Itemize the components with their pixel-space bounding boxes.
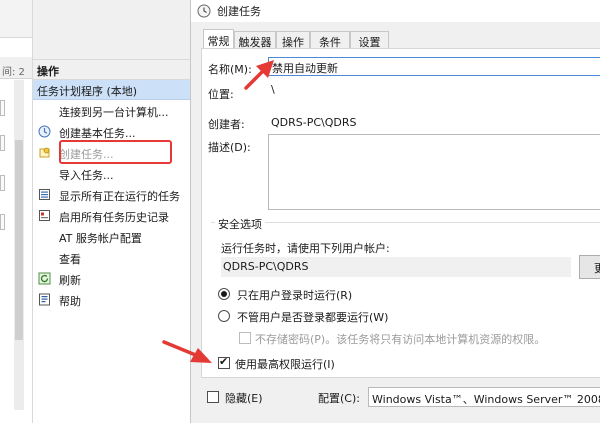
action-view[interactable]: 查看 (33, 248, 191, 268)
clock-icon (197, 4, 211, 18)
console-toolbar (0, 0, 32, 38)
radio-whether-label[interactable]: 不管用户是否登录都要运行(W) (237, 309, 388, 325)
wizard-icon (38, 125, 51, 138)
tree-node-edge (0, 214, 5, 230)
dialog-titlebar[interactable]: 创建任务 (191, 0, 600, 22)
security-group-border (211, 222, 600, 223)
action-enable-history[interactable]: 启用所有任务历史记录 (33, 206, 191, 226)
general-tab-panel (201, 48, 600, 378)
action-label: 创建基本任务... (59, 127, 136, 140)
tree-node-edge (0, 135, 5, 151)
actions-pane-top (33, 0, 191, 60)
tree-node-edge (0, 100, 5, 116)
hidden-checkbox[interactable] (207, 391, 219, 403)
tree-node-edge (0, 175, 5, 191)
action-at-service-account[interactable]: AT 服务帐户配置 (33, 227, 191, 247)
author-value: QDRS-PC\QDRS (271, 116, 357, 129)
console-tree-pane: 间: 2 (0, 0, 32, 423)
action-label: 导入任务... (59, 169, 114, 182)
checkmark-icon: ✔ (219, 355, 229, 368)
dialog-title: 创建任务 (217, 5, 261, 18)
config-label: 配置(C): (318, 392, 360, 405)
radio-logged-on-label[interactable]: 只在用户登录时运行(R) (237, 287, 352, 303)
history-icon (39, 210, 50, 221)
highest-privileges-label[interactable]: 使用最高权限运行(I) (235, 356, 335, 372)
radio-whether-logged-on[interactable] (218, 310, 230, 322)
location-label: 位置: (208, 88, 234, 101)
highest-privileges-checkbox[interactable]: ✔ (218, 355, 230, 369)
radio-logged-on-only[interactable] (218, 288, 230, 300)
action-import-task[interactable]: 导入任务... (33, 164, 191, 184)
task-icon (39, 147, 50, 158)
action-label: 帮助 (59, 295, 81, 308)
tab-conditions[interactable]: 条件 (310, 31, 350, 49)
no-store-password-label[interactable]: 不存储密码(P)。该任务将只有访问本地计算机资源的权限。 (255, 331, 545, 347)
action-help[interactable]: 帮助 (33, 290, 191, 310)
scrollbar-thumb[interactable] (15, 140, 23, 340)
no-store-password-checkbox[interactable] (239, 332, 251, 344)
action-show-running-tasks[interactable]: 显示所有正在运行的任务 (33, 185, 191, 205)
red-highlight-box (59, 140, 172, 164)
action-label: 启用所有任务历史记录 (59, 211, 169, 224)
tab-settings[interactable]: 设置 (350, 31, 389, 49)
action-label: AT 服务帐户配置 (59, 232, 142, 245)
action-refresh[interactable]: 刷新 (33, 269, 191, 289)
help-icon (39, 293, 50, 306)
action-label: 刷新 (59, 274, 81, 287)
hidden-label[interactable]: 隐藏(E) (225, 390, 263, 406)
description-label: 描述(D): (208, 141, 251, 154)
red-arrow-icon (244, 60, 274, 90)
tab-general[interactable]: 常规 (203, 29, 234, 49)
name-input[interactable]: 禁用自动更新 (268, 57, 600, 76)
action-connect-computer[interactable]: 连接到另一台计算机... (33, 101, 191, 121)
red-arrow-icon (162, 340, 212, 363)
security-options-title: 安全选项 (215, 216, 265, 232)
tab-actions[interactable]: 操作 (276, 31, 310, 49)
refresh-icon (38, 272, 51, 285)
user-account-value: QDRS-PC\QDRS (221, 257, 571, 277)
author-label: 创建者: (208, 118, 245, 131)
radio-selected-dot (221, 291, 227, 297)
action-label: 显示所有正在运行的任务 (59, 190, 180, 203)
run-as-prompt: 运行任务时，请使用下列用户帐户: (221, 242, 390, 255)
change-user-button[interactable]: 更 (579, 255, 600, 279)
column-header-fragment: 间: 2 (0, 57, 32, 79)
action-label: 连接到另一台计算机... (59, 106, 169, 119)
list-icon (39, 189, 50, 200)
description-input[interactable] (268, 134, 600, 210)
config-dropdown[interactable]: Windows Vista™、Windows Server™ 2008 (368, 387, 600, 407)
tab-triggers[interactable]: 触发器 (234, 31, 276, 49)
actions-title: 操作 (33, 60, 191, 80)
action-create-basic-task[interactable]: 创建基本任务... (33, 122, 191, 142)
action-label: 查看 (59, 253, 81, 266)
actions-selected-node[interactable]: 任务计划程序 (本地) (33, 80, 191, 100)
vertical-scrollbar[interactable] (14, 80, 24, 410)
